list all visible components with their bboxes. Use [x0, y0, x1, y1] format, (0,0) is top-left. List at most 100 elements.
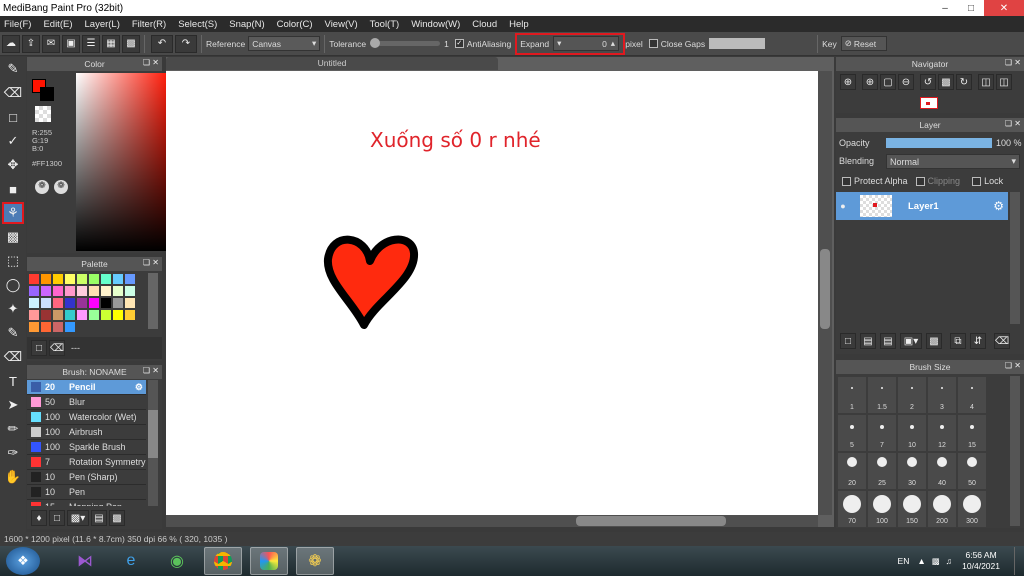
palette-scrollbar[interactable] [148, 273, 158, 329]
brush-size-cell[interactable]: 200 [928, 491, 956, 527]
divide-tool-icon[interactable]: ✏ [2, 418, 24, 440]
ie-icon[interactable]: e [112, 547, 150, 575]
palette-swatch[interactable] [29, 298, 39, 308]
brush-size-cell[interactable]: 300 [958, 491, 986, 527]
slider-knob[interactable] [370, 38, 381, 48]
new-layer-icon[interactable]: □ [840, 333, 856, 349]
close-icon[interactable]: ❏ ✕ [143, 366, 159, 375]
cloud-icon[interactable]: ☁ [2, 34, 20, 53]
grid-icon[interactable]: ▦ [102, 34, 120, 53]
bucket-tool-icon[interactable]: ⚘ [2, 202, 24, 224]
brush-item[interactable]: 20 Pencil ⚙ [27, 380, 146, 395]
brush-size-cell[interactable]: 4 [958, 377, 986, 413]
blending-dropdown[interactable]: Normal ▾ [886, 154, 1020, 169]
brush-size-cell[interactable]: 15 [958, 415, 986, 451]
menu-cloud[interactable]: Cloud [472, 19, 497, 30]
brush-tool-icon[interactable]: ✎ [2, 58, 24, 80]
brush-size-cell[interactable]: 40 [928, 453, 956, 489]
fill-rect-tool-icon[interactable]: ■ [2, 178, 24, 200]
layer-row[interactable]: ● Layer1 ⚙ [836, 192, 1008, 220]
palette-swatch[interactable] [53, 274, 63, 284]
trash-icon[interactable]: ⌫ [49, 340, 65, 356]
palette-swatch[interactable] [125, 310, 135, 320]
volume-icon[interactable]: ♫ [946, 556, 952, 566]
palette-swatch[interactable] [65, 286, 75, 296]
gradient-tool-icon[interactable]: ▩ [2, 226, 24, 248]
select-eraser-icon[interactable]: ⌫ [2, 346, 24, 368]
transparent-swatch[interactable] [35, 106, 51, 122]
brush-size-cell[interactable]: 2 [898, 377, 926, 413]
minimize-button[interactable]: – [932, 0, 958, 16]
brush-add-icon[interactable]: ♦ [31, 510, 47, 526]
palette-swatch[interactable] [29, 310, 39, 320]
comment-icon[interactable]: ✉ [42, 34, 60, 53]
brush-size-cell[interactable]: 25 [868, 453, 896, 489]
palette-swatch[interactable] [113, 298, 123, 308]
brush-new-icon[interactable]: □ [49, 510, 65, 526]
close-button[interactable]: ✕ [984, 0, 1024, 16]
brush-size-cell[interactable]: 1 [838, 377, 866, 413]
zoom-icon[interactable]: ⊕ [840, 74, 856, 90]
menu-file[interactable]: File(F) [4, 19, 31, 30]
antialiasing-checkbox[interactable]: ✓ [454, 39, 464, 48]
palette-swatch[interactable] [77, 274, 87, 284]
brush-menu-icon[interactable]: ▩▾ [67, 510, 89, 526]
palette-swatch[interactable] [53, 286, 63, 296]
palette-swatch[interactable] [101, 298, 111, 308]
close-gaps-checkbox[interactable] [648, 39, 658, 48]
palette-swatch[interactable] [113, 274, 123, 284]
clock[interactable]: 6:56 AM 10/4/2021 [962, 550, 1000, 572]
palette-swatch[interactable] [41, 322, 51, 332]
undo-icon[interactable]: ↶ [151, 34, 173, 53]
palette-swatch[interactable] [101, 286, 111, 296]
folder-icon[interactable]: ▩ [926, 333, 942, 349]
brush-item[interactable]: 100 Sparkle Brush [27, 440, 146, 455]
brush-size-cell[interactable]: 12 [928, 415, 956, 451]
rotate-left-icon[interactable]: ↺ [920, 74, 936, 90]
select-tool-icon[interactable]: ⬚ [2, 250, 24, 272]
fit-icon[interactable]: ▢ [880, 74, 896, 90]
palette-swatch[interactable] [77, 286, 87, 296]
flip-icon[interactable]: ◫ [978, 74, 994, 90]
app-icon[interactable]: ◉ [158, 547, 196, 575]
horizontal-scroll-thumb[interactable] [576, 516, 726, 526]
palette-swatch[interactable] [41, 274, 51, 284]
protect-alpha-checkbox[interactable] [842, 176, 851, 186]
palette-swatch[interactable] [113, 286, 123, 296]
menu-help[interactable]: Help [509, 19, 529, 30]
palette-swatch[interactable] [125, 286, 135, 296]
paint-icon[interactable]: ❁ [296, 547, 334, 575]
palette-swatch[interactable] [65, 322, 75, 332]
brush-size-cell[interactable]: 100 [868, 491, 896, 527]
rectangle-tool-icon[interactable]: □ [2, 106, 24, 128]
secondary-color-swatch[interactable] [40, 87, 54, 101]
actual-size-icon[interactable]: ▩ [938, 74, 954, 90]
close-gaps-slider[interactable] [709, 38, 766, 49]
palette-swatch[interactable] [77, 310, 87, 320]
operation-tool-icon[interactable]: ➤ [2, 394, 24, 416]
brush-size-scrollbar[interactable] [1010, 376, 1020, 526]
palette-swatch[interactable] [53, 298, 63, 308]
menu-edit[interactable]: Edit(E) [43, 19, 72, 30]
text-tool-icon[interactable]: T [2, 370, 24, 392]
brush-item[interactable]: 15Mapping Pen [27, 500, 146, 506]
flip-vertical-icon[interactable]: ◫ [996, 74, 1012, 90]
zoom-out-icon[interactable]: ⊖ [898, 74, 914, 90]
brush-item[interactable]: 100 Watercolor (Wet) [27, 410, 146, 425]
vertical-scroll-thumb[interactable] [820, 249, 830, 329]
medibang-icon[interactable] [250, 547, 288, 575]
brush-size-cell[interactable]: 20 [838, 453, 866, 489]
brush-item[interactable]: 50 Blur [27, 395, 146, 410]
color-picker-field[interactable] [76, 71, 173, 251]
redo-icon[interactable]: ↷ [175, 34, 197, 53]
palette-swatch[interactable] [53, 310, 63, 320]
clipping-checkbox[interactable] [915, 176, 925, 186]
lasso-tool-icon[interactable]: ◯ [2, 274, 24, 296]
brush-size-cell[interactable]: 10 [898, 415, 926, 451]
new-color-layer-icon[interactable]: ▤ [860, 333, 876, 349]
brush-size-cell[interactable]: 1.5 [868, 377, 896, 413]
palette-swatch[interactable] [29, 274, 39, 284]
menu-window[interactable]: Window(W) [411, 19, 460, 30]
close-icon[interactable]: ❏ ✕ [1005, 119, 1021, 128]
palette-swatch[interactable] [89, 286, 99, 296]
